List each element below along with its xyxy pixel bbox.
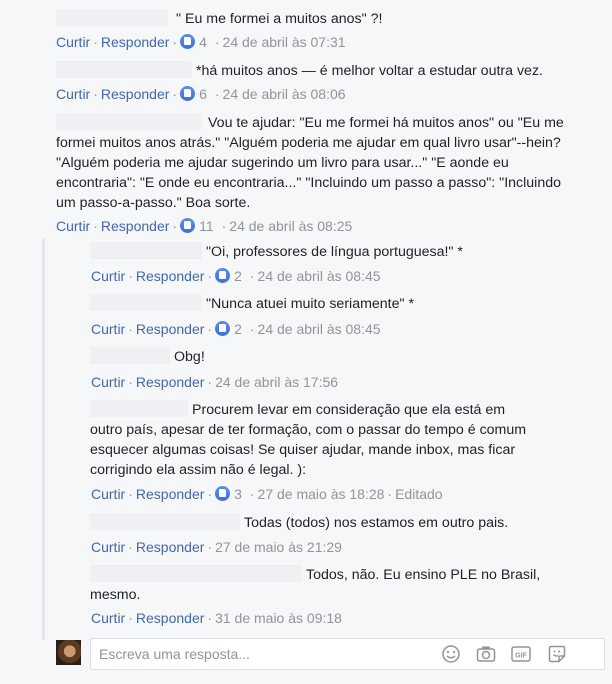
reply-actions: Curtir · Responder · 24 de abril às 17:56 [91,374,339,390]
reply-text: "Nunca atuei muito seriamente" * [206,296,415,312]
current-user-avatar[interactable] [56,640,81,665]
comment: Vou te ajudar: "Eu me formei há muitos a… [56,113,581,213]
reply: Obg! [90,347,600,367]
reply-thread-line [42,238,45,640]
author-name[interactable] [90,347,170,364]
reply-link[interactable]: Responder [136,374,205,390]
like-count[interactable]: 4 [199,34,207,50]
like-link[interactable]: Curtir [91,486,125,502]
reply: Procurem levar em consideração que ela e… [90,400,540,480]
comment-text: " Eu me formei a muitos anos" ?! [176,11,383,27]
timestamp[interactable]: 24 de abril às 08:06 [223,86,346,102]
timestamp[interactable]: 24 de abril às 08:45 [258,321,381,337]
reply-link[interactable]: Responder [101,34,170,50]
reply-text: Obg! [174,349,205,365]
reply-input[interactable] [91,639,427,669]
like-link[interactable]: Curtir [56,86,90,102]
comment: " Eu me formei a muitos anos" ?! [56,9,606,29]
like-link[interactable]: Curtir [91,610,125,626]
camera-icon[interactable] [476,645,496,665]
gif-icon[interactable]: GIF [511,645,531,665]
reply-actions: Curtir · Responder · 2 · 24 de abril às 08:45 [91,321,381,337]
reply-link[interactable]: Responder [136,486,205,502]
reply-actions: Curtir · Responder · 3 · 27 de maio às 18:28 · E… [91,486,443,502]
author-name[interactable] [56,61,192,78]
sticker-icon[interactable] [547,645,567,665]
reply-link[interactable]: Responder [136,539,205,555]
like-link[interactable]: Curtir [91,374,125,390]
like-reaction-icon[interactable] [215,486,231,501]
like-count[interactable]: 3 [234,486,242,502]
reply-link[interactable]: Responder [101,218,170,234]
author-name[interactable] [56,9,168,26]
like-reaction-icon[interactable] [180,218,196,233]
like-reaction-icon[interactable] [180,34,196,49]
author-name[interactable] [56,113,202,130]
like-link[interactable]: Curtir [91,321,125,337]
author-name[interactable] [90,400,188,417]
timestamp[interactable]: 27 de maio às 21:29 [215,539,342,555]
reply: "Oi, professores de língua portuguesa!" … [90,242,600,262]
reply-actions: Curtir · Responder · 27 de maio às 21:29 [91,539,342,555]
comment-actions: Curtir · Responder · 6 · 24 de abril às 08:06 [56,86,346,102]
like-count[interactable]: 11 [199,218,214,234]
reply-link[interactable]: Responder [136,268,205,284]
comment-text: *há muitos anos — é melhor voltar a estu… [196,63,543,79]
reply: "Nunca atuei muito seriamente" * [90,294,600,314]
reply-composer: GIF [90,638,605,670]
emoji-icon[interactable] [441,645,461,665]
comment: *há muitos anos — é melhor voltar a estu… [56,61,606,81]
timestamp[interactable]: 24 de abril às 07:31 [223,34,346,50]
author-name[interactable] [90,294,202,311]
author-name[interactable] [90,565,302,582]
reply-actions: Curtir · Responder · 31 de maio às 09:18 [91,610,342,626]
like-link[interactable]: Curtir [56,218,90,234]
reply-link[interactable]: Responder [136,610,205,626]
reply-text: "Oi, professores de língua portuguesa!" … [206,244,463,260]
reply: Todos, não. Eu ensino PLE no Brasil, mes… [90,565,550,605]
comment-actions: Curtir · Responder · 4 · 24 de abril às 07:31 [56,34,346,50]
timestamp[interactable]: 31 de maio às 09:18 [215,610,342,626]
like-count[interactable]: 2 [234,321,242,337]
like-link[interactable]: Curtir [91,539,125,555]
like-reaction-icon[interactable] [215,321,231,336]
reply-actions: Curtir · Responder · 2 · 24 de abril às 08:45 [91,268,381,284]
like-reaction-icon[interactable] [215,268,231,283]
reply-text: Todas (todos) nos estamos em outro pais. [244,515,509,531]
reply-link[interactable]: Responder [101,86,170,102]
timestamp[interactable]: 24 de abril às 08:25 [229,218,352,234]
like-link[interactable]: Curtir [56,34,90,50]
author-name[interactable] [90,513,240,530]
comment-actions: Curtir · Responder · 11 · 24 de abril às 08:25 [56,218,353,234]
author-name[interactable] [90,242,202,259]
gif-label: GIF [515,653,527,660]
like-count[interactable]: 6 [199,86,207,102]
timestamp[interactable]: 24 de abril às 17:56 [215,374,338,390]
edited-label[interactable]: Editado [395,486,442,502]
reply: Todas (todos) nos estamos em outro pais. [90,513,600,533]
timestamp[interactable]: 24 de abril às 08:45 [258,268,381,284]
like-count[interactable]: 2 [234,268,242,284]
timestamp[interactable]: 27 de maio às 18:28 [258,486,385,502]
reply-link[interactable]: Responder [136,321,205,337]
like-link[interactable]: Curtir [91,268,125,284]
like-reaction-icon[interactable] [180,86,196,101]
